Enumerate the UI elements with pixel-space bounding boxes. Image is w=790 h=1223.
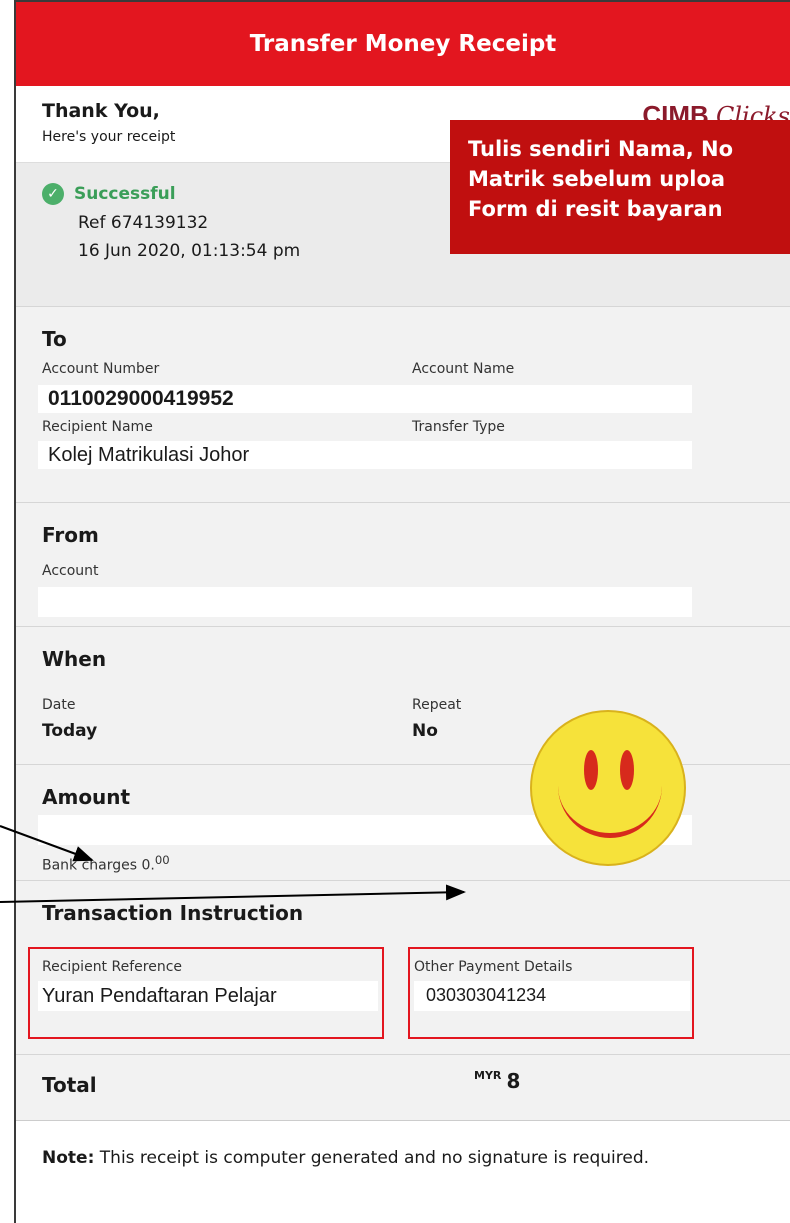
arrow-to-other-details (0, 884, 466, 903)
arrow-to-reference (0, 825, 94, 862)
annotation-arrows (0, 825, 466, 903)
